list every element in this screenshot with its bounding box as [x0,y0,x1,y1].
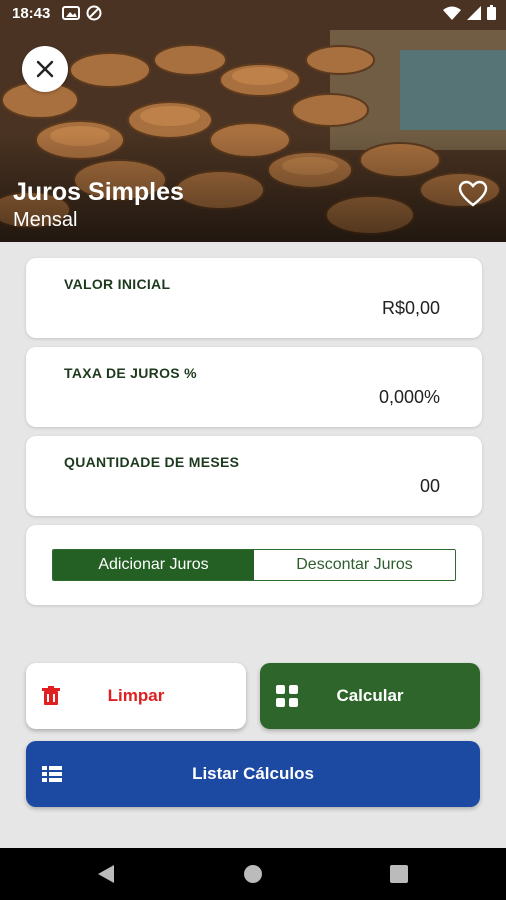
status-time: 18:43 [12,5,51,22]
wifi-icon [443,6,461,20]
interest-rate-card[interactable]: TAXA DE JUROS % 0,000% [26,347,482,427]
initial-value-card[interactable]: VALOR INICIAL R$0,00 [26,258,482,338]
clear-label: Limpar [107,686,165,705]
clear-button[interactable]: Limpar [26,663,246,729]
sync-notification-icon [86,5,102,21]
header-image: 18:43 Juros Simples Mensal [0,0,506,242]
initial-value-label: VALOR INICIAL [64,276,171,292]
mode-card: Adicionar Juros Descontar Juros [26,525,482,605]
interest-rate-label: TAXA DE JUROS % [64,365,197,381]
battery-icon [487,5,496,20]
home-icon[interactable] [243,864,263,884]
list-calculations-label: Listar Cálculos [192,764,314,783]
heart-outline-icon [458,180,488,207]
months-label: QUANTIDADE DE MESES [64,454,240,470]
system-nav-bar [0,848,506,900]
list-calculations-button[interactable]: Listar Cálculos [26,741,480,807]
back-icon[interactable] [96,864,116,884]
signal-icon [467,5,481,20]
months-input[interactable]: 00 [420,476,440,497]
page-title: Juros Simples [13,178,184,206]
recents-icon[interactable] [389,864,409,884]
interest-rate-input[interactable]: 0,000% [379,387,440,408]
initial-value-input[interactable]: R$0,00 [382,298,440,319]
close-icon [36,60,54,78]
status-bar: 18:43 [0,0,506,28]
months-card[interactable]: QUANTIDADE DE MESES 00 [26,436,482,516]
discount-interest-toggle[interactable]: Descontar Juros [254,550,455,580]
favorite-button[interactable] [458,180,488,213]
photo-notification-icon [62,6,80,20]
close-button[interactable] [22,46,68,92]
calculate-label: Calcular [336,686,404,705]
add-interest-toggle[interactable]: Adicionar Juros [53,550,254,580]
calculate-button[interactable]: Calcular [260,663,480,729]
mode-toggle: Adicionar Juros Descontar Juros [52,549,456,581]
page-subtitle: Mensal [13,209,78,231]
